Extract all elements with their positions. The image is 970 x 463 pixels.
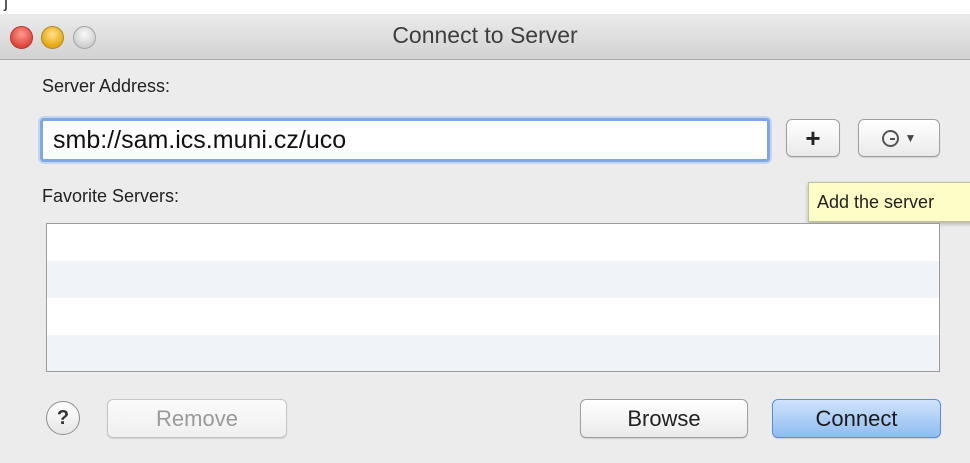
tooltip: Add the server xyxy=(808,182,970,222)
recent-servers-button[interactable]: ▼ xyxy=(858,119,940,157)
cropped-text-fragment: j xyxy=(0,0,970,14)
list-item[interactable] xyxy=(47,261,939,298)
add-favorite-button[interactable]: + xyxy=(786,119,840,157)
cropped-text: j xyxy=(4,0,8,11)
browse-button-label: Browse xyxy=(627,405,701,431)
remove-button-label: Remove xyxy=(156,405,238,431)
add-button-label: + xyxy=(805,122,821,153)
help-button[interactable]: ? xyxy=(46,401,80,435)
favorite-servers-list[interactable] xyxy=(46,223,940,372)
connect-button-label: Connect xyxy=(815,405,898,431)
remove-button[interactable]: Remove xyxy=(107,399,287,438)
favorite-servers-label: Favorite Servers: xyxy=(42,186,180,206)
server-address-label: Server Address: xyxy=(42,76,171,96)
server-address-input[interactable] xyxy=(40,118,770,162)
titlebar: Connect to Server xyxy=(0,14,970,60)
connect-button[interactable]: Connect xyxy=(772,399,941,438)
window-title: Connect to Server xyxy=(392,22,578,48)
browse-button[interactable]: Browse xyxy=(580,399,748,438)
caret-down-icon: ▼ xyxy=(904,131,917,145)
list-item[interactable] xyxy=(47,224,939,261)
help-button-label: ? xyxy=(56,406,70,429)
list-item[interactable] xyxy=(47,335,939,371)
list-item[interactable] xyxy=(47,298,939,335)
clock-icon xyxy=(881,129,899,147)
connect-to-server-window: j Connect to Server Server Address: + ▼ … xyxy=(0,0,970,463)
